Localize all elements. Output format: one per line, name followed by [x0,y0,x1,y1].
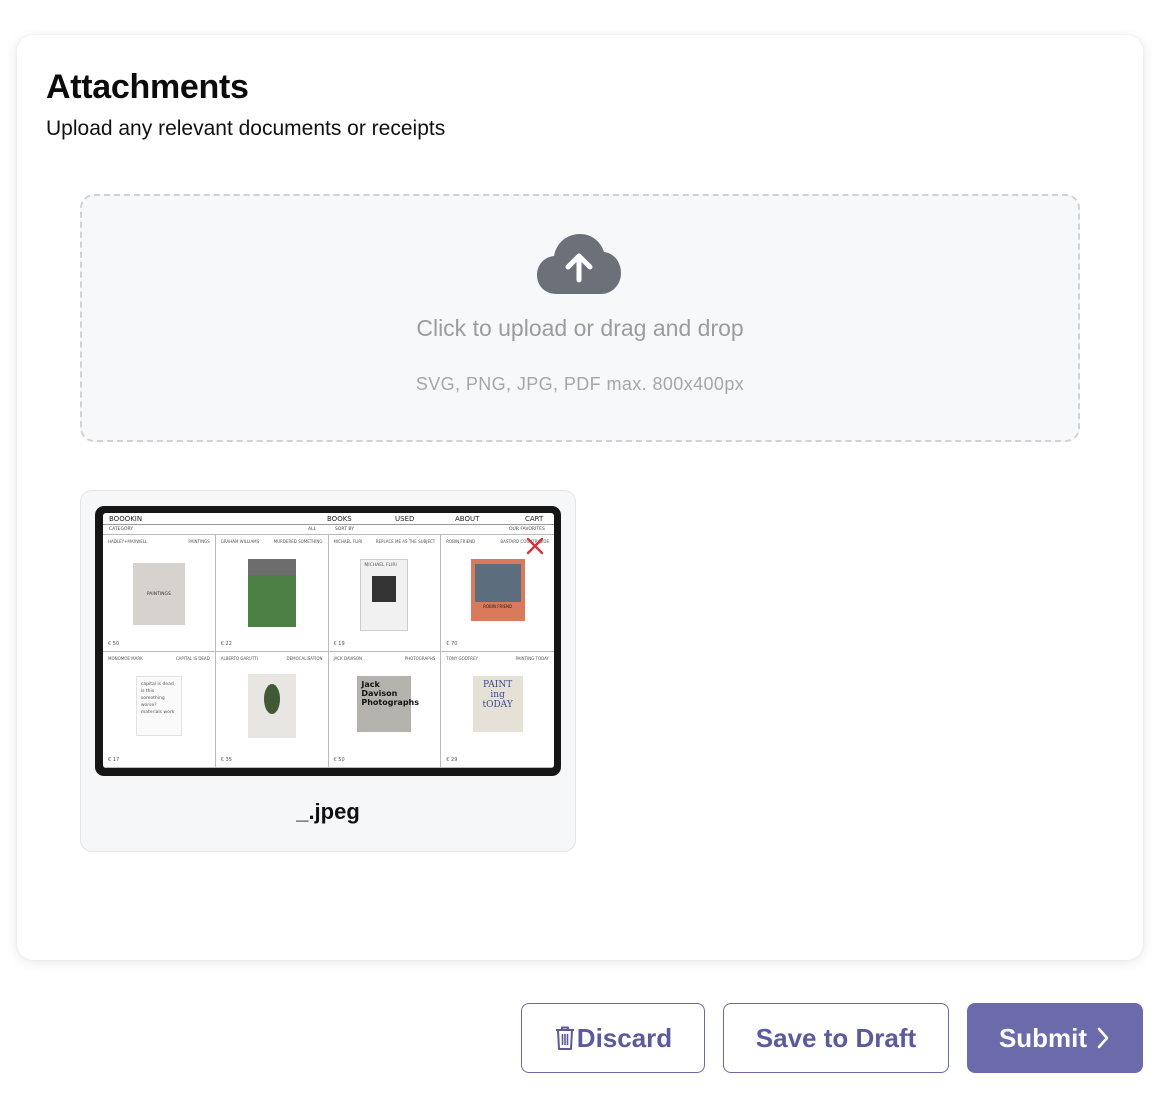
book-cover-text: MICHAEL FLIRI [364,563,397,568]
submit-label: Submit [998,1022,1088,1053]
book-cover-text: ROBIN FRIEND [483,604,513,609]
product-title: MURDERED SOMETHING [273,539,323,544]
product-title: DEMOCALISATION [286,655,323,661]
dropzone-instruction: Click to upload or drag and drop [416,315,744,341]
trash-icon [555,1026,574,1050]
product-price: € 17 [108,757,120,763]
product-author: MICHAEL FLIRI [333,539,363,544]
product-author: GRAHAM WILLIAMS [220,539,260,544]
book-cover-photo [247,559,296,575]
attachments-card: Attachments Upload any relevant document… [17,35,1143,960]
product-author: ALBERTO GARUTTI [220,655,258,661]
section-subtitle: Upload any relevant documents or receipt… [46,117,446,140]
plant-illustration [263,683,280,714]
attachment-filename: _.jpeg [296,799,360,824]
product-author: HADLEY+MAXWELL [108,539,148,544]
product-price: € 50 [333,757,345,763]
thumbnail-product: JACK DAVISON PHOTOGRAPHS Jack Davison Pho… [328,651,442,768]
book-cover: MICHAEL FLIRI [360,559,409,631]
thumbnail-filter-favorites: OUR FAVORITES [509,527,545,532]
book-cover-photo [474,564,521,602]
cloud-upload-icon [537,234,621,294]
thumbnail-product: MONOMOE MARK CAPITAL IS DEAD capital is d… [103,651,216,768]
product-title: PHOTOGRAPHS [404,655,436,661]
product-title: CAPITAL IS DEAD [175,655,210,661]
product-price: € 29 [446,757,458,763]
thumbnail-screenshot: BOOOKIN BOOKS USED ABOUT CART CATEGORY A… [103,513,554,768]
product-author: MONOMOE MARK [108,655,143,661]
thumbnail-nav-cart: CART [525,515,544,523]
product-title: REPLACE ME AS THE SUBJECT [375,539,436,544]
thumbnail-filter-category: CATEGORY [109,527,134,532]
submit-button[interactable]: Submit [967,1003,1143,1073]
product-price: € 19 [333,640,345,647]
close-icon [526,537,544,555]
discard-button[interactable]: Discard [521,1003,705,1073]
save-draft-button[interactable]: Save to Draft [723,1003,949,1073]
attachment-tile[interactable]: BOOOKIN BOOKS USED ABOUT CART CATEGORY A… [80,490,576,852]
thumbnail-filter-all: ALL [308,527,317,532]
product-title: PAINTING TODAY [515,655,549,661]
product-title: PAINTINGS [188,539,210,544]
book-cover [247,559,296,627]
book-cover: capital is dead is this something worse?… [135,675,182,736]
save-draft-label: Save to Draft [755,1022,917,1053]
product-author: TONY GODFREY [446,655,478,661]
section-title: Attachments [46,68,249,106]
thumbnail-filter-sort: SORT BY [335,527,354,532]
thumbnail-nav: BOOOKIN BOOKS USED ABOUT CART [103,513,554,525]
product-price: € 70 [446,640,458,647]
thumbnail-nav-about: ABOUT [455,515,480,523]
product-author: ROBIN FRIEND [446,539,476,544]
discard-label: Discard [576,1022,673,1053]
upload-dropzone[interactable]: Click to upload or drag and drop SVG, PN… [80,194,1080,442]
thumbnail-nav-used: USED [395,515,415,523]
thumbnail-product: ALBERTO GARUTTI DEMOCALISATION € 35 [215,651,329,768]
product-price: € 35 [220,757,232,763]
book-cover: PAINTINGS [132,563,185,625]
book-cover: ROBIN FRIEND [470,559,525,621]
book-cover: Jack Davison Photographs [357,675,419,732]
thumbnail-product: HADLEY+MAXWELL PAINTINGS PAINTINGS € 50 [103,535,216,652]
thumbnail-filters: CATEGORY ALL SORT BY OUR FAVORITES [103,525,554,535]
attachment-thumbnail: BOOOKIN BOOKS USED ABOUT CART CATEGORY A… [95,506,561,776]
book-cover: PAINT ing tODAY [472,675,523,732]
thumbnail-nav-books: BOOKS [327,515,352,523]
book-cover [247,673,296,738]
thumbnail-product: GRAHAM WILLIAMS MURDERED SOMETHING € 22 [215,535,329,652]
thumbnail-product-grid: HADLEY+MAXWELL PAINTINGS PAINTINGS € 50 G… [103,535,554,768]
thumbnail-brand: BOOOKIN [109,515,143,523]
dropzone-file-hint: SVG, PNG, JPG, PDF max. 800x400px [415,374,745,394]
chevron-right-icon [1097,1027,1109,1049]
product-price: € 22 [220,640,232,647]
book-cover-photo [372,576,397,602]
product-author: JACK DAVISON [333,655,363,661]
thumbnail-product: TONY GODFREY PAINTING TODAY PAINT ing tOD… [441,652,554,768]
product-price: € 50 [108,640,120,647]
thumbnail-product: MICHAEL FLIRI REPLACE ME AS THE SUBJECT M… [328,535,442,652]
